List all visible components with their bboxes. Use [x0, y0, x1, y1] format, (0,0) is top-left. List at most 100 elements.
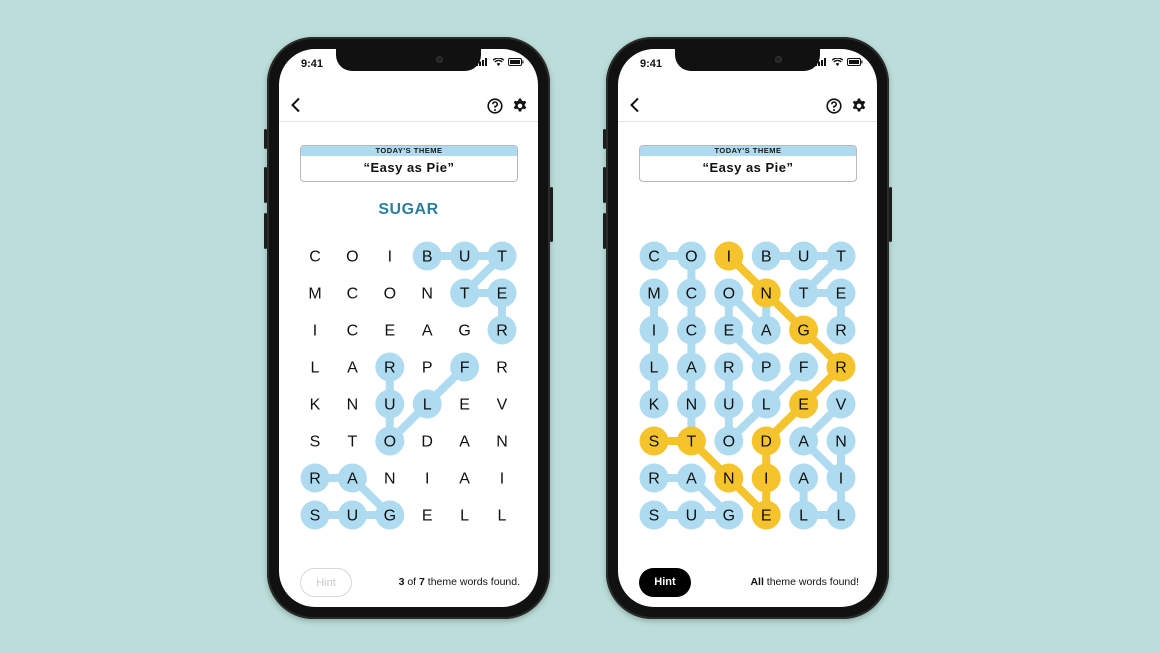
letter-tile[interactable]: N: [676, 389, 706, 419]
letter-tile[interactable]: O: [714, 426, 744, 456]
letter-tile[interactable]: L: [751, 389, 781, 419]
letter-tile[interactable]: I: [500, 471, 504, 488]
letter-tile[interactable]: C: [676, 315, 706, 345]
letter-tile[interactable]: N: [826, 426, 856, 456]
letter-tile[interactable]: C: [347, 323, 359, 340]
letter-tile[interactable]: V: [497, 397, 508, 414]
letter-tile[interactable]: I: [714, 241, 744, 271]
letter-tile[interactable]: V: [826, 389, 856, 419]
letter-tile[interactable]: I: [388, 249, 392, 266]
letter-tile[interactable]: A: [676, 352, 706, 382]
letter-tile[interactable]: R: [496, 360, 508, 377]
letter-tile[interactable]: R: [826, 315, 856, 345]
letter-tile[interactable]: U: [375, 389, 405, 419]
letter-tile[interactable]: A: [789, 426, 819, 456]
letter-tile[interactable]: T: [348, 434, 358, 451]
letter-tile[interactable]: T: [789, 278, 819, 308]
letter-tile[interactable]: G: [375, 500, 405, 530]
letter-tile[interactable]: L: [639, 352, 669, 382]
letter-tile[interactable]: R: [487, 315, 517, 345]
letter-tile[interactable]: K: [639, 389, 669, 419]
letter-tile[interactable]: O: [714, 278, 744, 308]
letter-tile[interactable]: A: [459, 434, 470, 451]
letter-tile[interactable]: E: [826, 278, 856, 308]
help-icon[interactable]: [487, 98, 503, 114]
letter-tile[interactable]: R: [826, 352, 856, 382]
letter-tile[interactable]: U: [337, 500, 367, 530]
letter-tile[interactable]: I: [425, 471, 429, 488]
letter-tile[interactable]: A: [789, 463, 819, 493]
letter-tile[interactable]: R: [714, 352, 744, 382]
letter-tile[interactable]: E: [751, 500, 781, 530]
letter-tile[interactable]: I: [826, 463, 856, 493]
letter-tile[interactable]: B: [751, 241, 781, 271]
letter-tile[interactable]: E: [487, 278, 517, 308]
letter-tile[interactable]: D: [751, 426, 781, 456]
letter-tile[interactable]: L: [826, 500, 856, 530]
letter-tile[interactable]: R: [639, 463, 669, 493]
letter-tile[interactable]: C: [309, 249, 321, 266]
letter-tile[interactable]: S: [639, 500, 669, 530]
letter-tile[interactable]: L: [498, 508, 507, 525]
hint-button[interactable]: Hint: [300, 568, 352, 597]
gear-icon[interactable]: [851, 98, 867, 114]
letter-tile[interactable]: A: [422, 323, 433, 340]
letter-tile[interactable]: B: [412, 241, 442, 271]
letter-tile[interactable]: U: [450, 241, 480, 271]
letter-tile[interactable]: G: [458, 323, 470, 340]
letter-tile[interactable]: A: [337, 463, 367, 493]
letter-tile[interactable]: O: [676, 241, 706, 271]
letter-tile[interactable]: I: [751, 463, 781, 493]
letter-tile[interactable]: A: [676, 463, 706, 493]
letter-tile[interactable]: A: [751, 315, 781, 345]
letter-tile[interactable]: N: [751, 278, 781, 308]
letter-tile[interactable]: R: [375, 352, 405, 382]
letter-tile[interactable]: S: [639, 426, 669, 456]
letter-tile[interactable]: N: [496, 434, 508, 451]
letter-tile[interactable]: I: [639, 315, 669, 345]
letter-tile[interactable]: L: [412, 389, 442, 419]
letter-tile[interactable]: F: [789, 352, 819, 382]
help-icon[interactable]: [826, 98, 842, 114]
letter-tile[interactable]: N: [347, 397, 359, 414]
letter-tile[interactable]: T: [826, 241, 856, 271]
letter-tile[interactable]: M: [639, 278, 669, 308]
letter-tile[interactable]: N: [714, 463, 744, 493]
letter-tile[interactable]: I: [313, 323, 317, 340]
letter-tile[interactable]: T: [676, 426, 706, 456]
back-arrow-icon[interactable]: [289, 97, 303, 113]
letter-tile[interactable]: L: [311, 360, 320, 377]
letter-tile[interactable]: F: [450, 352, 480, 382]
letter-tile[interactable]: D: [421, 434, 433, 451]
letter-tile[interactable]: N: [384, 471, 396, 488]
letter-tile[interactable]: A: [347, 360, 358, 377]
letter-tile[interactable]: P: [751, 352, 781, 382]
letter-tile[interactable]: P: [422, 360, 433, 377]
letter-tile[interactable]: E: [459, 397, 470, 414]
letter-tile[interactable]: C: [639, 241, 669, 271]
letter-tile[interactable]: G: [789, 315, 819, 345]
letter-tile[interactable]: O: [346, 249, 358, 266]
letter-tile[interactable]: G: [714, 500, 744, 530]
letter-tile[interactable]: C: [347, 286, 359, 303]
letter-tile[interactable]: E: [714, 315, 744, 345]
letter-tile[interactable]: C: [676, 278, 706, 308]
letter-tile[interactable]: L: [789, 500, 819, 530]
letter-tile[interactable]: E: [384, 323, 395, 340]
letter-tile[interactable]: T: [450, 278, 480, 308]
letter-tile[interactable]: E: [422, 508, 433, 525]
letter-tile[interactable]: A: [459, 471, 470, 488]
letter-tile[interactable]: K: [310, 397, 321, 414]
hint-button[interactable]: Hint: [639, 568, 691, 597]
letter-tile[interactable]: S: [300, 500, 330, 530]
back-arrow-icon[interactable]: [628, 97, 642, 113]
letter-tile[interactable]: E: [789, 389, 819, 419]
letter-tile[interactable]: O: [375, 426, 405, 456]
letter-tile[interactable]: N: [421, 286, 433, 303]
letter-tile[interactable]: R: [300, 463, 330, 493]
letter-tile[interactable]: M: [308, 286, 321, 303]
letter-tile[interactable]: T: [487, 241, 517, 271]
letter-tile[interactable]: U: [676, 500, 706, 530]
letter-tile[interactable]: U: [714, 389, 744, 419]
letter-tile[interactable]: S: [310, 434, 321, 451]
